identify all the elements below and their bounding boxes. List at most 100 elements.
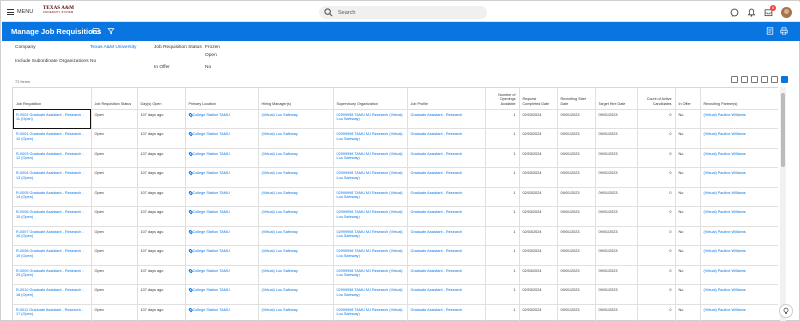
primary-location-link[interactable]: College Station TAMU	[193, 230, 230, 234]
primary-location-link[interactable]: College Station TAMU	[193, 132, 230, 136]
recruiting-partner-link[interactable]: (Virtual) Pauline Williams	[704, 249, 746, 253]
col-header-request-date[interactable]: Request Completed Date	[519, 88, 558, 110]
col-header-start-date[interactable]: Recruiting Start Date	[557, 88, 596, 110]
company-value-link[interactable]: Texas A&M University	[90, 45, 136, 50]
supervisory-org-link[interactable]: 02999998 TAMU MJ Research (Virtual) Lou …	[337, 230, 403, 239]
related-actions-icon[interactable]	[92, 27, 100, 35]
supervisory-org-link[interactable]: 02999998 TAMU MJ Research (Virtual) Lou …	[337, 132, 403, 141]
job-profile-link[interactable]: Graduate Assistant - Research	[411, 249, 463, 253]
job-requisition-link[interactable]: R-0003 Graduate Assistant - Research - 1…	[16, 152, 84, 161]
hiring-manager-link[interactable]: (Virtual) Lou Safeway	[262, 191, 298, 195]
supervisory-org-link[interactable]: 02999998 TAMU MJ Research (Virtual) Lou …	[337, 249, 403, 258]
recruiting-partner-link[interactable]: (Virtual) Pauline Williams	[704, 132, 746, 136]
inbox-button[interactable]: 8	[764, 5, 776, 17]
job-requisition-link[interactable]: R-0006 Graduate Assistant - Research - 1…	[16, 210, 84, 219]
col-header-recruiting-partner[interactable]: Recruiting Partner(s)	[700, 88, 778, 110]
filter-settings-icon[interactable]	[107, 27, 115, 35]
col-header-status[interactable]: Job Requisition Status	[91, 88, 138, 110]
fullscreen-icon[interactable]	[761, 76, 768, 83]
supervisory-org-link[interactable]: 02999998 TAMU MJ Research (Virtual) Lou …	[337, 308, 403, 317]
sort-icon[interactable]	[751, 76, 758, 83]
job-profile-link[interactable]: Graduate Assistant - Research	[411, 152, 463, 156]
search-bar[interactable]: Search	[319, 6, 487, 19]
primary-location-link[interactable]: College Station TAMU	[193, 269, 230, 273]
primary-location-link[interactable]: College Station TAMU	[193, 171, 230, 175]
chat-icon[interactable]	[730, 8, 739, 17]
supervisory-org-link[interactable]: 02999998 TAMU MJ Research (Virtual) Lou …	[337, 171, 403, 180]
vertical-scrollbar[interactable]	[780, 87, 786, 321]
recruiting-partner-link[interactable]: (Virtual) Pauline Williams	[704, 210, 746, 214]
recruiting-partner-link[interactable]: (Virtual) Pauline Williams	[704, 152, 746, 156]
supervisory-org-link[interactable]: 02999998 TAMU MJ Research (Virtual) Lou …	[337, 191, 403, 200]
supervisory-org-link[interactable]: 02999998 TAMU MJ Research (Virtual) Lou …	[337, 113, 403, 122]
hiring-manager-link[interactable]: (Virtual) Lou Safeway	[262, 269, 298, 273]
job-requisition-link[interactable]: R-0001 Graduate Assistant - Research - 1…	[16, 132, 84, 141]
col-header-candidates[interactable]: Count of Active Candidates	[637, 88, 676, 110]
menu-button[interactable]: MENU	[7, 7, 33, 17]
hiring-manager-link[interactable]: (Virtual) Lou Safeway	[262, 288, 298, 292]
job-requisition-link[interactable]: R-0004 Graduate Assistant - Research - 1…	[16, 171, 84, 180]
job-requisition-link[interactable]: R-0008 Graduate Assistant - Research - 1…	[16, 249, 84, 258]
tamus-logo[interactable]: TEXAS A&M UNIVERSITY SYSTEM	[43, 6, 75, 18]
primary-location-link[interactable]: College Station TAMU	[193, 288, 230, 292]
recruiting-partner-link[interactable]: (Virtual) Pauline Williams	[704, 288, 746, 292]
job-profile-link[interactable]: Graduate Assistant - Research	[411, 269, 463, 273]
col-header-job-requisition[interactable]: Job Requisition	[13, 88, 92, 110]
job-profile-link[interactable]: Graduate Assistant - Research	[411, 308, 463, 312]
primary-location-link[interactable]: College Station TAMU	[193, 308, 230, 312]
col-header-openings[interactable]: Number of Openings Available	[485, 88, 520, 110]
hiring-manager-link[interactable]: (Virtual) Lou Safeway	[262, 132, 298, 136]
hiring-manager-link[interactable]: (Virtual) Lou Safeway	[262, 230, 298, 234]
job-profile-link[interactable]: Graduate Assistant - Research	[411, 171, 463, 175]
job-profile-link[interactable]: Graduate Assistant - Research	[411, 132, 463, 136]
primary-location-link[interactable]: College Station TAMU	[193, 249, 230, 253]
notifications-bell-icon[interactable]	[747, 8, 756, 17]
hiring-manager-link[interactable]: (Virtual) Lou Safeway	[262, 210, 298, 214]
job-profile-link[interactable]: Graduate Assistant - Research	[411, 191, 463, 195]
scroll-thumb[interactable]	[781, 93, 785, 167]
col-header-in-offer[interactable]: In Offer	[675, 88, 701, 110]
help-button[interactable]	[779, 304, 793, 318]
recruiting-partner-link[interactable]: (Virtual) Pauline Williams	[704, 269, 746, 273]
hiring-manager-link[interactable]: (Virtual) Lou Safeway	[262, 171, 298, 175]
job-requisition-link[interactable]: R-0005 Graduate Assistant - Research - 1…	[16, 191, 84, 200]
col-header-supervisory-org[interactable]: Supervisory Organization	[333, 88, 408, 110]
recruiting-partner-link[interactable]: (Virtual) Pauline Williams	[704, 171, 746, 175]
table-view-icon[interactable]	[781, 76, 788, 83]
grid-view-icon[interactable]	[771, 76, 778, 83]
primary-location-link[interactable]: College Station TAMU	[193, 113, 230, 117]
recruiting-partner-link[interactable]: (Virtual) Pauline Williams	[704, 230, 746, 234]
col-header-primary-location[interactable]: Primary Location	[185, 88, 259, 110]
recruiting-partner-link[interactable]: (Virtual) Pauline Williams	[704, 191, 746, 195]
job-requisition-link[interactable]: R-0009 Graduate Assistant - Research - 2…	[16, 269, 84, 278]
job-profile-link[interactable]: Graduate Assistant - Research	[411, 288, 463, 292]
supervisory-org-link[interactable]: 02999998 TAMU MJ Research (Virtual) Lou …	[337, 210, 403, 219]
job-requisition-link[interactable]: R-0011 Graduate Assistant - Research - 1…	[16, 308, 83, 317]
hiring-manager-link[interactable]: (Virtual) Lou Safeway	[262, 113, 298, 117]
job-profile-link[interactable]: Graduate Assistant - Research	[411, 230, 463, 234]
hiring-manager-link[interactable]: (Virtual) Lou Safeway	[262, 249, 298, 253]
filter-icon[interactable]	[741, 76, 748, 83]
job-requisition-link[interactable]: R-0002 Graduate Assistant - Research - 1…	[16, 113, 84, 122]
user-avatar[interactable]	[781, 7, 792, 18]
job-profile-link[interactable]: Graduate Assistant - Research	[411, 113, 463, 117]
hiring-manager-link[interactable]: (Virtual) Lou Safeway	[262, 152, 298, 156]
hiring-manager-link[interactable]: (Virtual) Lou Safeway	[262, 308, 298, 312]
recruiting-partner-link[interactable]: (Virtual) Pauline Williams	[704, 308, 746, 312]
job-requisition-link[interactable]: R-0010 Graduate Assistant - Research - 1…	[16, 288, 84, 297]
col-header-target-date[interactable]: Target Hire Date	[595, 88, 638, 110]
export-table-icon[interactable]	[731, 76, 738, 83]
job-profile-link[interactable]: Graduate Assistant - Research	[411, 210, 463, 214]
primary-location-link[interactable]: College Station TAMU	[193, 210, 230, 214]
recruiting-partner-link[interactable]: (Virtual) Pauline Williams	[704, 113, 746, 117]
col-header-hiring-manager[interactable]: Hiring Manager(s)	[258, 88, 334, 110]
col-header-days-open[interactable]: Day(s) Open	[137, 88, 186, 110]
supervisory-org-link[interactable]: 02999998 TAMU MJ Research (Virtual) Lou …	[337, 152, 403, 161]
print-icon[interactable]	[780, 27, 788, 35]
supervisory-org-link[interactable]: 02999998 TAMU MJ Research (Virtual) Lou …	[337, 288, 403, 297]
primary-location-link[interactable]: College Station TAMU	[193, 152, 230, 156]
supervisory-org-link[interactable]: 02999998 TAMU MJ Research (Virtual) Lou …	[337, 269, 403, 278]
export-excel-icon[interactable]	[766, 27, 774, 35]
job-requisition-link[interactable]: R-0007 Graduate Assistant - Research - 1…	[16, 230, 84, 239]
col-header-job-profile[interactable]: Job Profile	[407, 88, 486, 110]
